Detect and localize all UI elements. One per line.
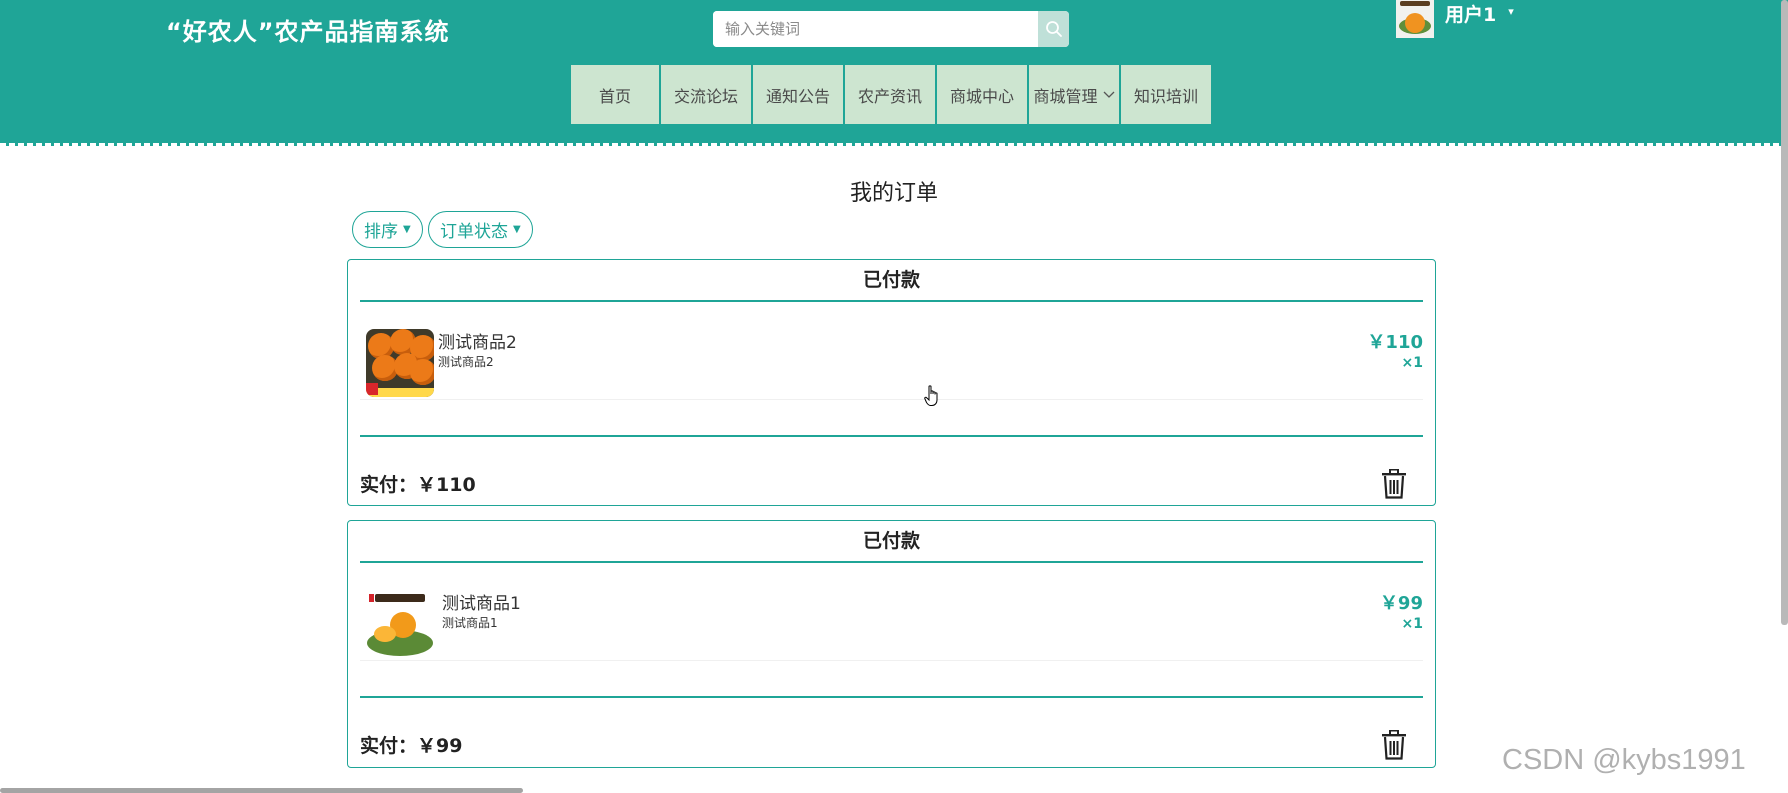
watermark: CSDN @kybs1991 [1502,744,1746,776]
user-menu[interactable]: 用户1 ▾ [1396,0,1514,40]
trash-icon[interactable] [1381,469,1407,499]
order-status-dropdown[interactable]: 订单状态 ▼ [428,211,533,248]
product-price: ￥99 [1379,593,1423,614]
trash-icon[interactable] [1381,730,1407,760]
order-status: 已付款 [360,521,1423,563]
vertical-scrollbar[interactable] [1781,0,1788,625]
search-icon [1045,21,1062,37]
product-image[interactable] [366,590,434,658]
caret-down-icon: ▼ [513,224,521,235]
main-nav: 首页 交流论坛 通知公告 农产资讯 商城中心 商城管理 知识培训 [571,65,1211,124]
product-name[interactable]: 测试商品2 [438,328,517,353]
hand-cursor-icon [924,385,938,406]
order-item[interactable]: 测试商品1 测试商品1 ￥99 ×1 [360,584,1423,661]
product-quantity: ×1 [1401,616,1423,632]
sort-label: 排序 [364,222,398,242]
chevron-down-icon [1103,91,1114,98]
top-header: “好农人”农产品指南系统 用户1 ▾ 首页 交流论坛 通知公告 农产资讯 商城中… [0,0,1788,146]
nav-item-mall-admin[interactable]: 商城管理 [1029,65,1121,124]
product-image[interactable] [366,329,434,397]
order-card: 已付款 测试商品1 测试商品1 ￥99 ×1 实付：￥99 [347,520,1436,768]
avatar[interactable] [1396,0,1434,38]
nav-item-home[interactable]: 首页 [571,65,661,124]
product-price: ￥110 [1367,332,1423,353]
divider [360,696,1423,698]
search-input[interactable] [713,11,1038,47]
product-name[interactable]: 测试商品1 [442,589,521,614]
paid-amount: 实付：￥110 [360,474,476,496]
product-description: 测试商品2 [438,355,494,369]
caret-down-icon: ▼ [403,224,411,235]
site-title[interactable]: “好农人”农产品指南系统 [166,12,450,47]
nav-item-label: 商城管理 [1033,86,1098,106]
horizontal-scrollbar[interactable] [0,788,523,793]
page-title: 我的订单 [849,181,938,206]
nav-item-forum[interactable]: 交流论坛 [661,65,753,124]
order-status: 已付款 [360,260,1423,302]
search-box [713,11,1069,47]
search-button[interactable] [1038,11,1069,47]
nav-item-agri-news[interactable]: 农产资讯 [845,65,937,124]
user-name[interactable]: 用户1 [1445,0,1496,27]
chevron-down-icon[interactable]: ▾ [1508,5,1514,18]
product-description: 测试商品1 [442,616,498,630]
nav-item-training[interactable]: 知识培训 [1121,65,1211,124]
nav-item-notices[interactable]: 通知公告 [753,65,845,124]
order-item[interactable]: 测试商品2 测试商品2 ￥110 ×1 [360,323,1423,400]
sort-dropdown[interactable]: 排序 ▼ [352,211,423,248]
product-quantity: ×1 [1401,355,1423,371]
order-status-label: 订单状态 [440,222,508,242]
paid-amount: 实付：￥99 [360,735,463,757]
divider [360,435,1423,437]
nav-item-mall-center[interactable]: 商城中心 [937,65,1029,124]
order-card: 已付款 测试商品2 测试商品2 ￥110 ×1 实付：￥110 [347,259,1436,506]
